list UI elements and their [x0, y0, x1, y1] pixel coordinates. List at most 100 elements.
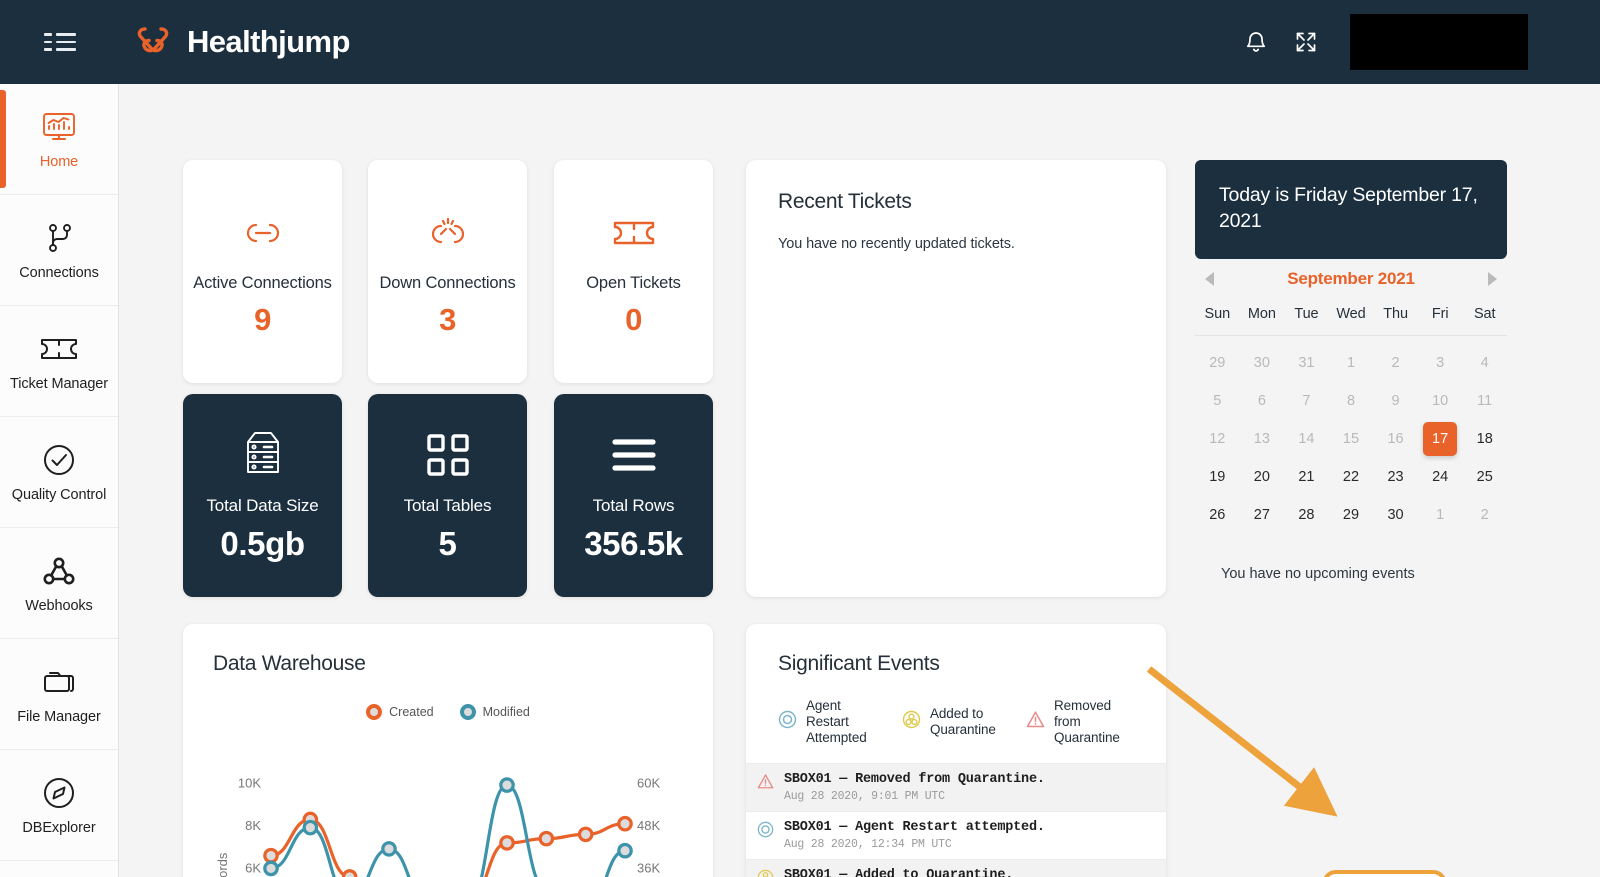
calendar-day[interactable]: 10	[1418, 382, 1463, 420]
chevron-left-icon[interactable]	[1205, 272, 1214, 286]
stat-value: 0	[625, 301, 642, 337]
chart-title: Data Warehouse	[213, 652, 366, 675]
calendar-day-number: 24	[1432, 469, 1449, 485]
calendar-day[interactable]: 28	[1284, 496, 1329, 534]
calendar-day-number: 18	[1476, 431, 1493, 447]
events-legend-label: Agent Restart Attempted	[806, 698, 867, 746]
calendar-weekday-row: Sun Mon Tue Wed Thu Fri Sat	[1195, 294, 1507, 336]
calendar-day-number: 1	[1436, 507, 1445, 523]
calendar-widget: September 2021 Sun Mon Tue Wed Thu Fri S…	[1195, 264, 1507, 582]
calendar-day-number: 16	[1387, 431, 1404, 447]
chart-legend: Created Modified	[213, 704, 683, 720]
svg-text:8K: 8K	[245, 818, 261, 833]
calendar-day[interactable]: 25	[1462, 458, 1507, 496]
stat-value: 356.5k	[584, 525, 683, 562]
header-actions	[1244, 14, 1600, 70]
recent-tickets-panel: Recent Tickets You have no recently upda…	[746, 160, 1166, 597]
stat-card-total-tables[interactable]: Total Tables 5	[368, 394, 527, 597]
calendar-day[interactable]: 27	[1240, 496, 1285, 534]
check-circle-icon	[42, 442, 76, 478]
calendar-header: September 2021	[1195, 264, 1507, 294]
calendar-day[interactable]: 20	[1240, 458, 1285, 496]
stat-card-active-connections[interactable]: Active Connections 9	[183, 160, 342, 383]
calendar-day-number: 21	[1298, 469, 1315, 485]
calendar-day-today[interactable]: 17	[1418, 420, 1463, 458]
calendar-day[interactable]: 12	[1195, 420, 1240, 458]
brand-logo-link[interactable]: Healthjump	[133, 20, 350, 65]
calendar-day[interactable]: 29	[1329, 496, 1374, 534]
biohazard-icon	[902, 710, 921, 734]
sidebar-item-ticket-manager[interactable]: Ticket Manager	[0, 306, 118, 417]
event-row[interactable]: SBOX01 — Agent Restart attempted. Aug 28 …	[746, 810, 1166, 859]
chevron-right-icon[interactable]	[1487, 272, 1497, 286]
calendar-day[interactable]: 15	[1329, 420, 1374, 458]
calendar-day[interactable]: 30	[1240, 344, 1285, 382]
calendar-day[interactable]: 2	[1462, 496, 1507, 534]
calendar-day-number: 26	[1209, 507, 1226, 523]
calendar-day-number: 8	[1346, 393, 1356, 409]
data-warehouse-panel: Data Warehouse Created Modified 10K 8K 6K 6…	[183, 624, 713, 877]
sidebar-item-webhooks[interactable]: Webhooks	[0, 528, 118, 639]
calendar-day[interactable]: 1	[1418, 496, 1463, 534]
sidebar-item-dbexplorer[interactable]: DBExplorer	[0, 750, 118, 861]
calendar-day-number: 14	[1298, 431, 1315, 447]
calendar-day[interactable]: 26	[1195, 496, 1240, 534]
expand-icon[interactable]	[1294, 30, 1318, 54]
calendar-day[interactable]: 13	[1240, 420, 1285, 458]
restart-circle-icon	[757, 821, 774, 843]
calendar-day[interactable]: 16	[1373, 420, 1418, 458]
calendar-day-number: 27	[1253, 507, 1270, 523]
calendar-day-number: 29	[1209, 355, 1226, 371]
calendar-day[interactable]: 7	[1284, 382, 1329, 420]
calendar-day[interactable]: 3	[1418, 344, 1463, 382]
calendar-day-number: 11	[1477, 393, 1493, 409]
legend-label: Modified	[482, 705, 530, 719]
legend-item-modified[interactable]: Modified	[459, 704, 530, 720]
calendar-day-number: 5	[1213, 393, 1222, 409]
sidebar-item-label: Quality Control	[11, 486, 107, 503]
stat-card-open-tickets[interactable]: Open Tickets 0	[554, 160, 713, 383]
stat-card-total-rows[interactable]: Total Rows 356.5k	[554, 394, 713, 597]
stat-card-down-connections[interactable]: Down Connections 3	[368, 160, 527, 383]
calendar-day[interactable]: 24	[1418, 458, 1463, 496]
calendar-day[interactable]: 21	[1284, 458, 1329, 496]
event-row[interactable]: SBOX01 — Added to Quarantine.	[746, 858, 1166, 877]
event-timestamp: Aug 28 2020, 12:34 PM UTC	[784, 837, 952, 851]
event-text: SBOX01 — Added to Quarantine.	[784, 867, 1014, 877]
menu-toggle-icon[interactable]	[44, 27, 78, 57]
sidebar-item-home[interactable]: Home	[0, 84, 118, 195]
ticket-icon	[39, 331, 79, 367]
calendar-day[interactable]: 9	[1373, 382, 1418, 420]
dashboard-page: Healthjump Home Connections Ticket Manag…	[0, 0, 1600, 877]
sidebar-item-file-manager[interactable]: File Manager	[0, 639, 118, 750]
calendar-day[interactable]: 8	[1329, 382, 1374, 420]
sidebar-item-quality-control[interactable]: Quality Control	[0, 417, 118, 528]
calendar-day[interactable]: 19	[1195, 458, 1240, 496]
calendar-day[interactable]: 4	[1462, 344, 1507, 382]
calendar-day-number: 17	[1423, 422, 1458, 456]
events-legend-label: Added to Quarantine	[930, 706, 996, 738]
stat-label: Total Rows	[592, 496, 675, 515]
calendar-day[interactable]: 6	[1240, 382, 1285, 420]
calendar-day[interactable]: 18	[1462, 420, 1507, 458]
calendar-day[interactable]: 11	[1462, 382, 1507, 420]
calendar-day[interactable]: 1	[1329, 344, 1374, 382]
calendar-day[interactable]: 23	[1373, 458, 1418, 496]
calendar-day[interactable]: 30	[1373, 496, 1418, 534]
server-stack-icon	[238, 428, 288, 482]
calendar-day[interactable]: 31	[1284, 344, 1329, 382]
calendar-day[interactable]: 2	[1373, 344, 1418, 382]
legend-item-created[interactable]: Created	[366, 704, 434, 720]
events-legend-item: Agent Restart Attempted	[778, 698, 884, 747]
sidebar-item-connections[interactable]: Connections	[0, 195, 118, 306]
calendar-weekday: Tue	[1294, 306, 1319, 322]
event-row[interactable]: SBOX01 — Removed from Quarantine. Aug 28 …	[746, 762, 1166, 811]
stat-card-total-data-size[interactable]: Total Data Size 0.5gb	[183, 394, 342, 597]
calendar-day[interactable]: 22	[1329, 458, 1374, 496]
calendar-day[interactable]: 5	[1195, 382, 1240, 420]
calendar-day[interactable]: 29	[1195, 344, 1240, 382]
calendar-day[interactable]: 14	[1284, 420, 1329, 458]
bell-icon[interactable]	[1244, 29, 1268, 55]
stat-label: Open Tickets	[586, 273, 681, 292]
svg-text:60K: 60K	[637, 775, 660, 790]
